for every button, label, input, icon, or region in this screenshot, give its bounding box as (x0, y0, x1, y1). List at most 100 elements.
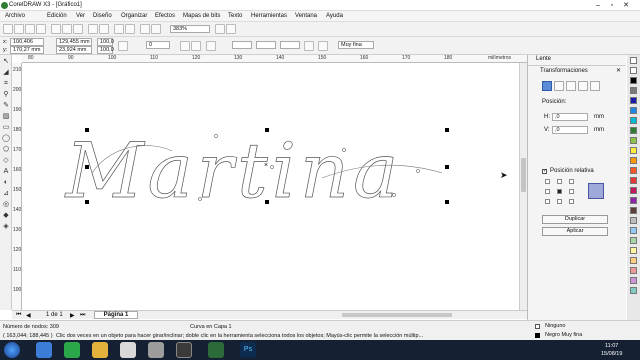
palette-swatch[interactable] (630, 67, 637, 74)
selection-handle[interactable] (445, 165, 449, 169)
paste-icon[interactable] (73, 24, 83, 34)
selection-handle[interactable] (445, 128, 449, 132)
smart-fill-icon[interactable]: ▨ (2, 113, 10, 121)
palette-swatch[interactable] (630, 117, 637, 124)
menu-organizar[interactable]: Organizar (121, 13, 147, 19)
anchor-grid-cell[interactable] (569, 199, 574, 204)
import-icon[interactable] (114, 24, 124, 34)
rotate-icon[interactable] (554, 81, 564, 91)
palette-swatch[interactable] (630, 227, 637, 234)
palette-swatch[interactable] (630, 137, 637, 144)
rotation-angle-field[interactable]: 0 (146, 41, 170, 49)
scale-x-field[interactable]: 100,0 (97, 38, 114, 46)
pick-tool-icon[interactable]: ↖ (2, 58, 10, 66)
lens-tab[interactable]: Lente (536, 56, 551, 62)
chrome-icon[interactable] (120, 342, 136, 358)
menu-efectos[interactable]: Efectos (155, 13, 175, 19)
outline-pen-icon[interactable] (318, 41, 328, 51)
height-field[interactable]: 23,924 mm (56, 46, 92, 54)
menu-archivo[interactable]: Archivo (5, 13, 25, 19)
anchor-grid-cell[interactable] (569, 189, 574, 194)
export-icon[interactable] (125, 24, 135, 34)
anchor-grid-cell[interactable] (557, 179, 562, 184)
palette-swatch[interactable] (630, 237, 637, 244)
interactive-blend-icon[interactable]: ◐ (2, 179, 10, 187)
ie-icon[interactable] (36, 342, 52, 358)
menu-diseno[interactable]: Diseño (93, 13, 112, 19)
fill-tool-icon[interactable]: ◆ (2, 212, 10, 220)
selection-handle[interactable] (265, 128, 269, 132)
start-button-icon[interactable] (4, 342, 20, 358)
line-style-select[interactable] (256, 41, 276, 49)
skew-icon[interactable] (590, 81, 600, 91)
app-launcher-icon[interactable] (140, 24, 150, 34)
start-arrow-select[interactable] (232, 41, 252, 49)
coreldraw-active-icon[interactable] (176, 342, 192, 358)
redo-icon[interactable] (99, 24, 109, 34)
first-page-icon[interactable]: ⏮ (16, 312, 21, 319)
v-position-field[interactable]: ,0 (552, 126, 588, 134)
palette-swatch[interactable] (630, 157, 637, 164)
wrap-text-icon[interactable] (304, 41, 314, 51)
lock-ratio-icon[interactable] (118, 41, 128, 51)
outline-width-select[interactable]: Muy fina (338, 41, 374, 49)
eyedropper-icon[interactable]: ⊿ (2, 190, 10, 198)
app-icon-7[interactable] (208, 342, 224, 358)
welcome-icon[interactable] (151, 24, 161, 34)
palette-swatch[interactable] (630, 87, 637, 94)
menu-texto[interactable]: Texto (228, 13, 242, 19)
palette-swatch[interactable] (630, 187, 637, 194)
anchor-grid-cell[interactable] (557, 199, 562, 204)
palette-swatch[interactable] (630, 177, 637, 184)
menu-mapas-de-bits[interactable]: Mapas de bits (183, 13, 220, 19)
palette-swatch[interactable] (630, 197, 637, 204)
interactive-fill-icon[interactable]: ◈ (2, 223, 10, 231)
palette-swatch[interactable] (630, 287, 637, 294)
outline-tool-icon[interactable]: ◎ (2, 201, 10, 209)
anchor-grid-cell[interactable] (545, 179, 550, 184)
palette-swatch[interactable] (630, 207, 637, 214)
page-tab[interactable]: Página 1 (94, 311, 138, 319)
save-icon[interactable] (25, 24, 35, 34)
no-color-swatch[interactable] (630, 57, 637, 64)
text-tool-icon[interactable]: A (2, 168, 10, 176)
horizontal-scrollbar[interactable] (342, 313, 452, 317)
drawing-canvas[interactable]: Martina × ➤ (22, 63, 519, 310)
minimize-button[interactable]: – (592, 0, 604, 11)
palette-swatch[interactable] (630, 257, 637, 264)
palette-swatch[interactable] (630, 97, 637, 104)
node-marker[interactable] (416, 169, 420, 173)
menu-ayuda[interactable]: Ayuda (326, 13, 343, 19)
palette-swatch[interactable] (630, 277, 637, 284)
anchor-grid-cell[interactable] (545, 189, 550, 194)
selection-handle[interactable] (445, 200, 449, 204)
options-icon[interactable] (226, 24, 236, 34)
close-button[interactable]: ✕ (620, 0, 632, 11)
scroll-thumb[interactable] (521, 158, 526, 192)
menu-ver[interactable]: Ver (76, 13, 85, 19)
cut-icon[interactable] (51, 24, 61, 34)
palette-swatch[interactable] (630, 267, 637, 274)
palette-swatch[interactable] (630, 107, 637, 114)
mirror-vertical-icon[interactable] (191, 41, 201, 51)
close-curve-icon[interactable] (206, 41, 216, 51)
duplicate-button[interactable]: Duplicar (542, 215, 608, 224)
selection-handle[interactable] (85, 200, 89, 204)
anchor-grid-cell[interactable] (569, 179, 574, 184)
new-icon[interactable] (3, 24, 13, 34)
zoom-tool-icon[interactable]: ⚲ (2, 91, 10, 99)
vertical-scrollbar[interactable] (519, 63, 527, 310)
selection-handle[interactable] (85, 165, 89, 169)
anchor-grid-cell[interactable] (545, 199, 550, 204)
maximize-button[interactable]: ▫ (606, 0, 618, 11)
last-page-icon[interactable]: ⏭ (80, 312, 85, 319)
basic-shapes-icon[interactable]: ◇ (2, 157, 10, 165)
anchor-grid-cell-selected[interactable] (557, 189, 562, 194)
prev-page-icon[interactable]: ◀ (26, 312, 31, 319)
palette-swatch[interactable] (630, 127, 637, 134)
photoshop-icon[interactable]: Ps (240, 342, 256, 358)
y-position-field[interactable]: 170,27 mm (10, 46, 44, 54)
martina-text[interactable]: Martina (63, 126, 403, 216)
shape-tool-icon[interactable]: ◢ (2, 69, 10, 77)
undo-icon[interactable] (88, 24, 98, 34)
